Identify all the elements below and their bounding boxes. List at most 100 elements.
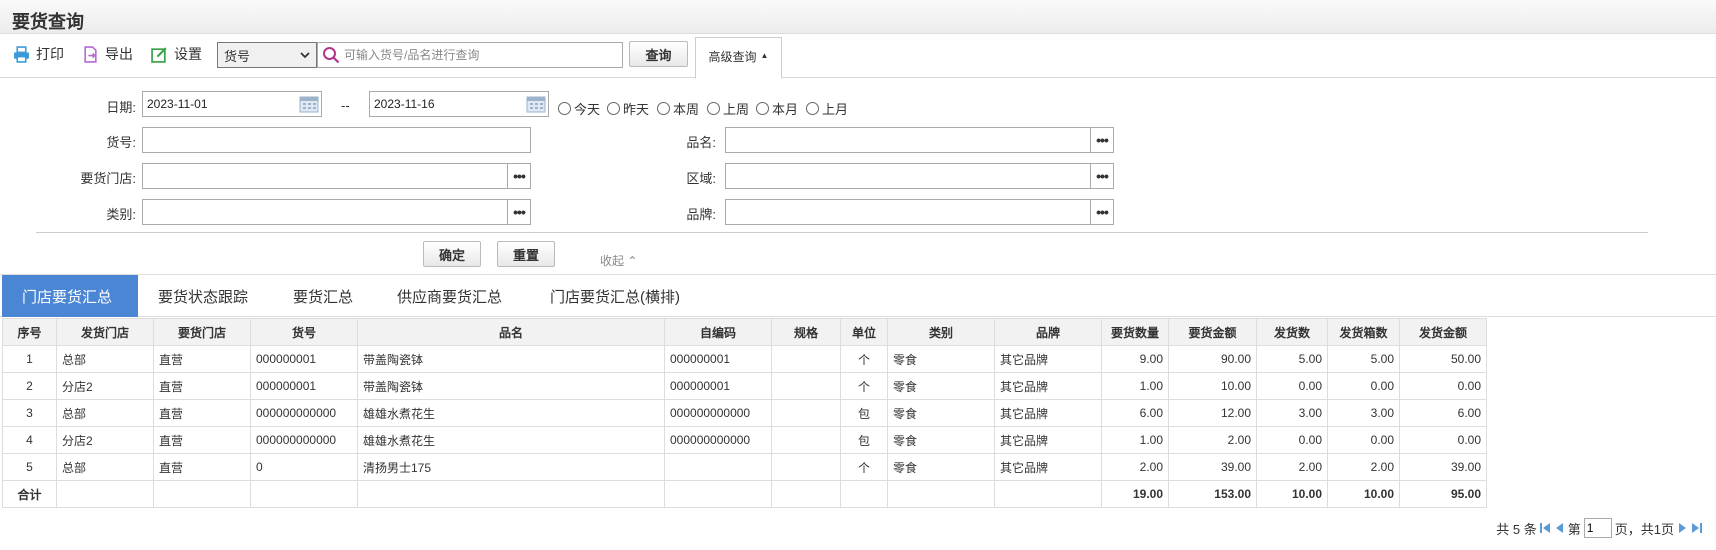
first-page-icon[interactable] [1539,522,1551,534]
table-cell [771,399,841,427]
table-row[interactable]: 4 分店2 直营 000000000000 雄雄水煮花生 000000000000 包零食其… [2,426,1487,454]
column-header[interactable]: 货号 [250,318,358,346]
print-button[interactable]: 打印 [13,44,64,64]
data-table: 序号 发货门店 要货门店 货号 品名 自编码 规格 单位 类别 品牌 要货数量 … [2,318,1487,508]
caret-up-icon: ▲ [760,51,769,60]
confirm-button[interactable]: 确定 [423,241,481,267]
radio-this-week[interactable]: 本周 [657,99,699,118]
radio-circle [806,102,819,115]
export-button[interactable]: 导出 [82,44,133,64]
column-header[interactable]: 要货金额 [1168,318,1257,346]
column-header[interactable]: 发货金额 [1399,318,1487,346]
column-header[interactable]: 序号 [2,318,57,346]
column-header[interactable]: 类别 [887,318,995,346]
tab-store-summary[interactable]: 门店要货汇总 [2,275,138,317]
radio-this-month[interactable]: 本月 [756,99,798,118]
collapse-label: 收起 [600,254,625,268]
radio-last-month[interactable]: 上月 [806,99,848,118]
category-label: 类别: [106,207,136,222]
settings-label: 设置 [174,46,202,62]
next-page-icon[interactable] [1677,522,1688,534]
calendar-icon[interactable] [299,95,319,113]
pagination: 共 5 条 第 页，共1页 [1496,518,1702,538]
prev-page-icon[interactable] [1554,522,1565,534]
collapse-link[interactable]: 收起 ⌃ [600,252,637,269]
region-picker-button[interactable]: ••• [1090,163,1114,189]
region-input[interactable] [725,163,1091,189]
column-header[interactable]: 要货门店 [153,318,251,346]
table-cell: 带盖陶瓷钵 [357,345,665,373]
reset-button[interactable]: 重置 [497,241,555,267]
table-cell: 分店2 [56,426,154,454]
total-cell: 95.00 [1399,480,1487,508]
table-cell: 个 [840,372,888,400]
category-picker-button[interactable]: ••• [507,199,531,225]
calendar-icon[interactable] [526,95,546,113]
table-cell: 0.00 [1256,426,1328,454]
table-row[interactable]: 5 总部 直营 0 清扬男士175 个零食 其它品牌 2.00 39.00 2.00 2.00 39.… [2,453,1487,481]
table-cell: 000000000000 [250,426,358,454]
radio-circle [657,102,670,115]
column-header[interactable]: 发货箱数 [1327,318,1400,346]
radio-today[interactable]: 今天 [558,99,600,118]
table-cell: 5.00 [1256,345,1328,373]
column-header[interactable]: 单位 [840,318,888,346]
table-cell: 2 [2,372,57,400]
chevron-up-icon: ⌃ [627,254,638,268]
table-cell: 12.00 [1168,399,1257,427]
table-row[interactable]: 1 总部 直营 000000001 带盖陶瓷钵 000000001 个零食 其它品牌 9.00 9… [2,345,1487,373]
column-header[interactable]: 品牌 [994,318,1102,346]
tab-store-summary-horizontal[interactable]: 门店要货汇总(横排) [530,275,700,317]
advanced-query-label: 高级查询 [708,50,757,64]
code-label: 货号: [106,135,136,150]
name-input[interactable] [725,127,1091,153]
tab-supplier-summary[interactable]: 供应商要货汇总 [377,275,522,317]
column-header[interactable]: 发货门店 [56,318,154,346]
store-input[interactable] [142,163,508,189]
advanced-query-tab[interactable]: 高级查询 ▲ [695,37,782,79]
last-page-icon[interactable] [1691,522,1702,534]
total-cell: 10.00 [1256,480,1328,508]
total-cell: 153.00 [1168,480,1257,508]
page-number-input[interactable] [1583,518,1612,538]
radio-label: 本周 [673,102,700,117]
table-cell: 直营 [153,426,251,454]
tab-order-summary[interactable]: 要货汇总 [273,275,373,317]
brand-picker-button[interactable]: ••• [1090,199,1114,225]
search-box [317,42,623,68]
column-header[interactable]: 发货数 [1256,318,1328,346]
field-select[interactable]: 货号 [217,42,317,68]
table-cell: 4 [2,426,57,454]
table-cell: 其它品牌 [994,453,1102,481]
column-header[interactable]: 品名 [357,318,665,346]
date-to-field[interactable]: 2023-11-16 [369,91,549,117]
category-input[interactable] [142,199,508,225]
code-input[interactable] [142,127,531,153]
table-total-row: 合计 19.00 153.00 10.00 10.00 95.00 [2,480,1487,508]
column-header[interactable]: 规格 [771,318,841,346]
table-cell: 个 [840,453,888,481]
date-from-field[interactable]: 2023-11-01 [142,91,322,117]
radio-circle [707,102,720,115]
radio-yesterday[interactable]: 昨天 [607,99,649,118]
total-cell: 19.00 [1101,480,1169,508]
table-cell: 其它品牌 [994,426,1102,454]
table-cell: 直营 [153,372,251,400]
table-cell: 2.00 [1327,453,1400,481]
column-header[interactable]: 自编码 [664,318,772,346]
settings-button[interactable]: 设置 [151,44,202,64]
search-input[interactable] [344,48,614,62]
table-cell: 0.00 [1399,372,1487,400]
column-header[interactable]: 要货数量 [1101,318,1169,346]
table-row[interactable]: 3 总部 直营 000000000000 雄雄水煮花生 000000000000 包零食 其它… [2,399,1487,427]
radio-last-week[interactable]: 上周 [707,99,749,118]
print-label: 打印 [36,46,64,62]
table-cell: 3.00 [1256,399,1328,427]
table-row[interactable]: 2 分店2 直营 000000001 带盖陶瓷钵 000000001 个零食 其它品牌 1.00… [2,372,1487,400]
query-button[interactable]: 查询 [629,41,688,67]
tab-status-tracking[interactable]: 要货状态跟踪 [138,275,268,317]
name-picker-button[interactable]: ••• [1090,127,1114,153]
store-picker-button[interactable]: ••• [507,163,531,189]
table-cell: 90.00 [1168,345,1257,373]
brand-input[interactable] [725,199,1091,225]
